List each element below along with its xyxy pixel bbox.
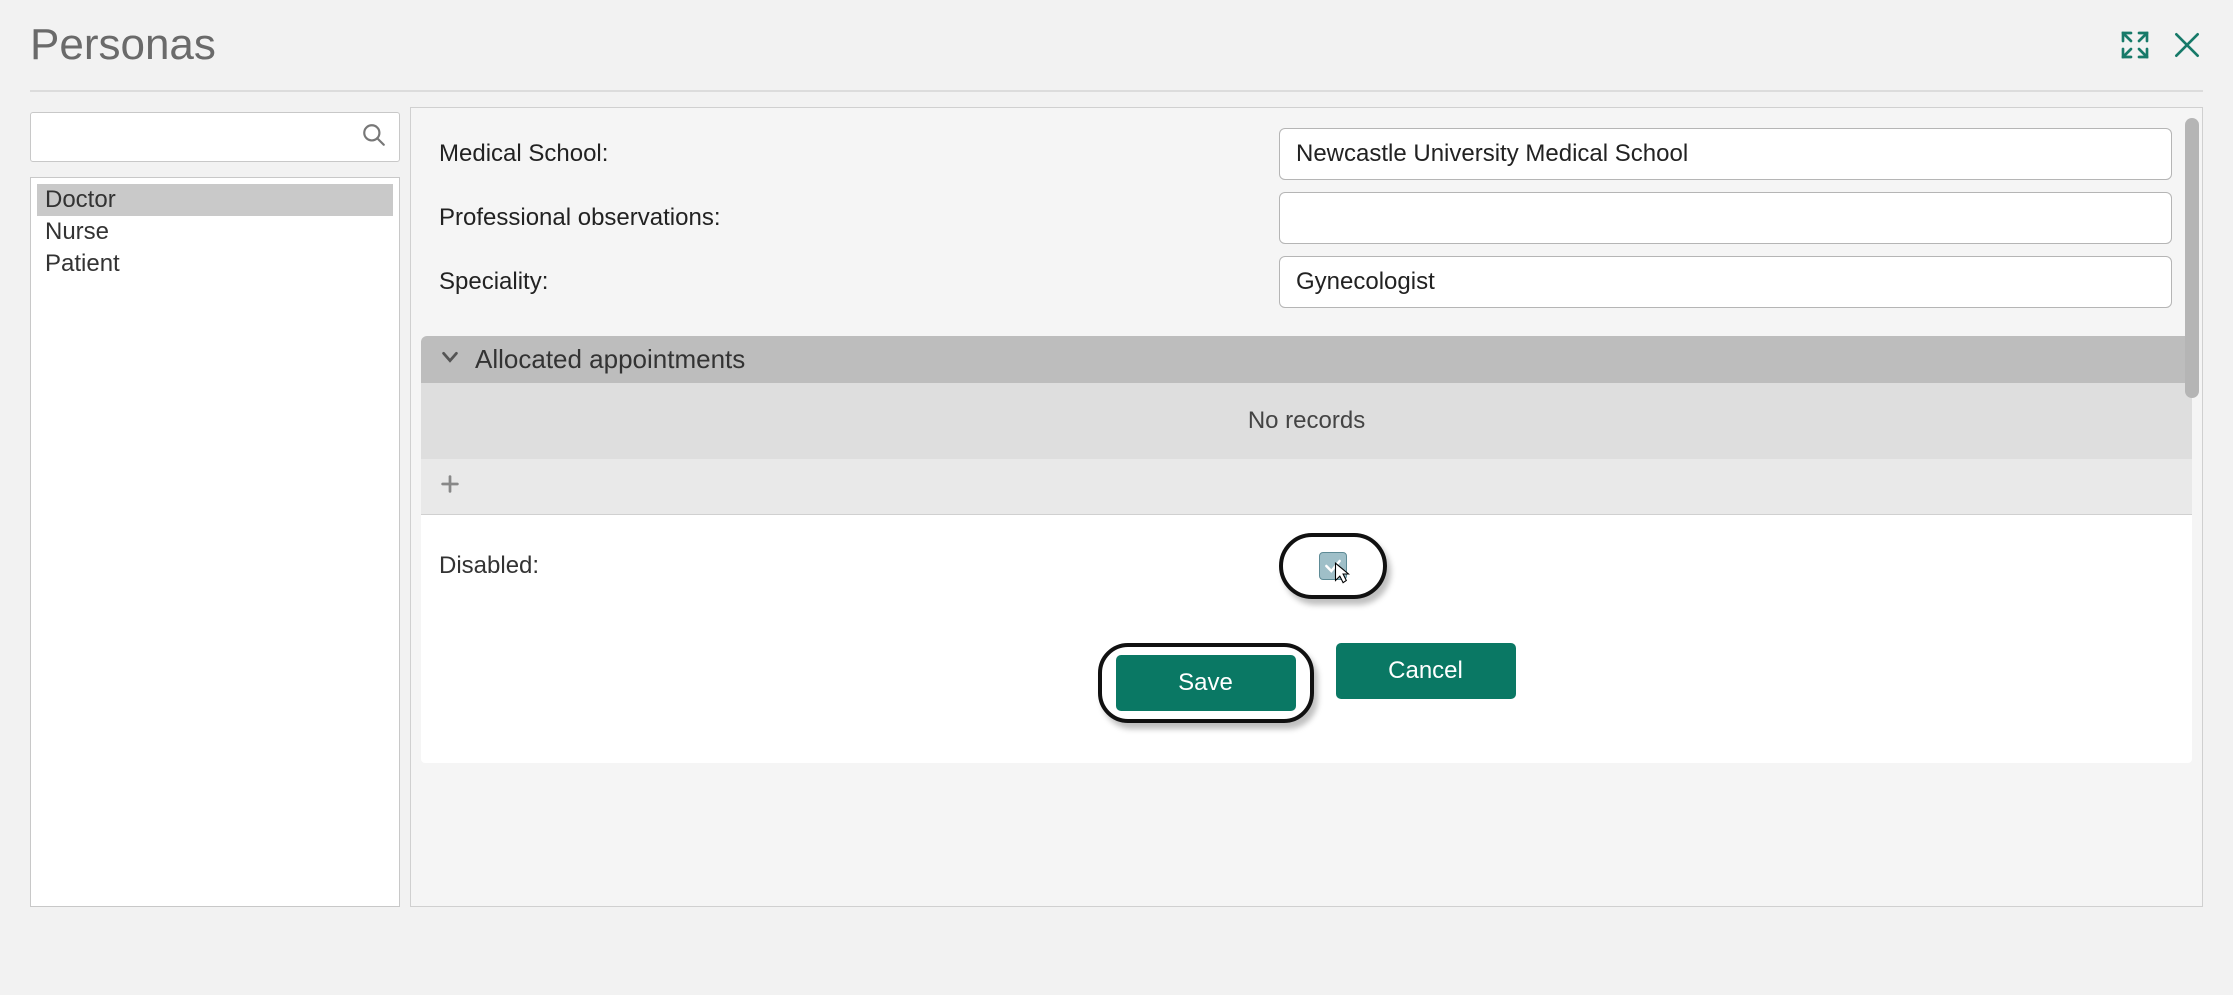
- field-label: Speciality:: [439, 268, 1279, 296]
- field-medical-school: Medical School:: [411, 122, 2202, 186]
- list-item[interactable]: Patient: [37, 248, 393, 280]
- disabled-label: Disabled:: [439, 552, 1259, 580]
- save-button-highlight: Save: [1098, 643, 1314, 723]
- close-icon[interactable]: [2171, 29, 2203, 61]
- search-input[interactable]: [43, 124, 361, 150]
- field-speciality: Speciality:: [411, 250, 2202, 314]
- page-title: Personas: [30, 20, 216, 70]
- search-icon[interactable]: [361, 122, 387, 153]
- list-item[interactable]: Nurse: [37, 216, 393, 248]
- titlebar-divider: [30, 90, 2203, 92]
- form-panel: Medical School: Professional observation…: [410, 107, 2203, 907]
- disabled-checkbox[interactable]: [1319, 552, 1347, 580]
- scrollbar[interactable]: [2185, 118, 2199, 398]
- personas-window: Personas: [0, 0, 2233, 995]
- appointments-section: Allocated appointments No records: [421, 336, 2192, 515]
- speciality-input[interactable]: [1279, 256, 2172, 308]
- section-title: Allocated appointments: [475, 344, 745, 375]
- titlebar-actions: [2119, 29, 2203, 61]
- professional-observations-input[interactable]: [1279, 192, 2172, 244]
- content-area: Doctor Nurse Patient Medical School: Pro…: [0, 112, 2233, 907]
- below-section: Disabled:: [421, 515, 2192, 763]
- add-record-button[interactable]: [439, 471, 461, 501]
- search-wrap: [30, 112, 400, 162]
- maximize-icon[interactable]: [2119, 29, 2151, 61]
- cancel-button[interactable]: Cancel: [1336, 643, 1516, 699]
- sidebar-panel: Doctor Nurse Patient: [30, 112, 400, 907]
- field-professional-observations: Professional observations:: [411, 186, 2202, 250]
- field-label: Medical School:: [439, 140, 1279, 168]
- field-label: Professional observations:: [439, 204, 1279, 232]
- medical-school-input[interactable]: [1279, 128, 2172, 180]
- list-item[interactable]: Doctor: [37, 184, 393, 216]
- disabled-row: Disabled:: [439, 533, 2174, 599]
- titlebar: Personas: [0, 0, 2233, 80]
- buttons-row: Save Cancel: [439, 643, 2174, 723]
- section-header[interactable]: Allocated appointments: [421, 336, 2192, 383]
- disabled-checkbox-highlight: [1279, 533, 1387, 599]
- section-footer: [421, 459, 2192, 515]
- save-button[interactable]: Save: [1116, 655, 1296, 711]
- section-empty-text: No records: [421, 383, 2192, 459]
- persona-list: Doctor Nurse Patient: [30, 177, 400, 907]
- chevron-down-icon: [439, 344, 461, 375]
